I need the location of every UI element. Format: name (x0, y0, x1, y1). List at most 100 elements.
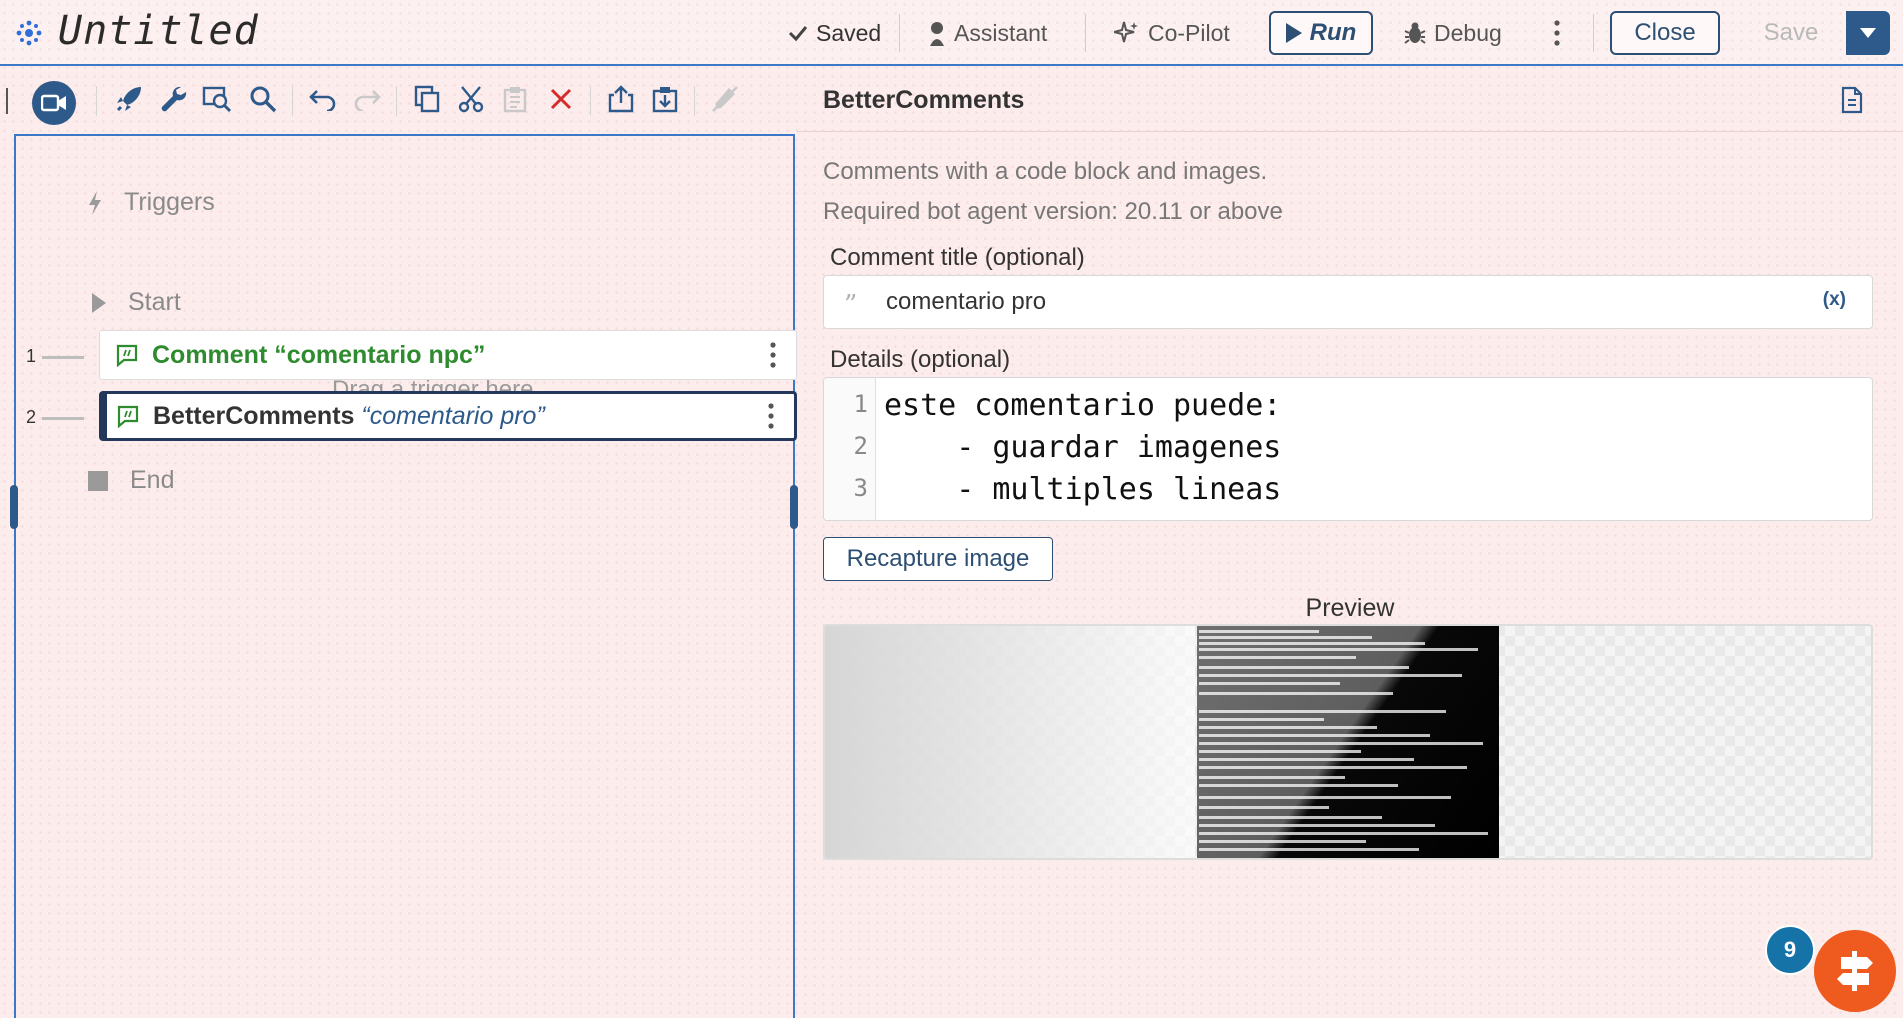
save-dropdown-button[interactable] (1846, 11, 1890, 55)
comment-title-label: Comment title (optional) (830, 244, 1085, 271)
toolbar-divider (590, 86, 591, 116)
step-bettercomments[interactable]: BetterComments “comentario pro” (99, 391, 797, 441)
code-line: - multiples lineas (884, 472, 1282, 507)
terminal-text-line (1199, 636, 1372, 639)
captured-screenshot-image (1197, 626, 1499, 858)
record-button[interactable] (32, 81, 76, 125)
end-label: End (130, 466, 175, 494)
cut-icon[interactable] (454, 82, 488, 116)
comment-title-input[interactable]: ” comentario pro (x) (823, 275, 1873, 329)
end-node: End (88, 466, 174, 495)
terminal-text-line (1199, 796, 1451, 799)
assistant-button[interactable]: Assistant (928, 18, 1047, 48)
properties-panel: BetterComments Comments with a code bloc… (797, 68, 1903, 1018)
app-logo-icon (16, 20, 42, 46)
connector-line (42, 417, 84, 420)
step-name: BetterComments (153, 401, 355, 430)
delete-icon[interactable] (544, 82, 578, 116)
terminal-text-line (1199, 806, 1329, 809)
caret-down-icon (1860, 28, 1876, 38)
copilot-button[interactable]: Co-Pilot (1114, 18, 1230, 48)
recapture-image-button[interactable]: Recapture image (823, 537, 1053, 581)
header-divider (1085, 14, 1086, 52)
step-comment[interactable]: Comment “comentario npc” (99, 330, 797, 380)
terminal-text-line (1199, 832, 1488, 835)
documentation-icon[interactable] (1841, 86, 1863, 114)
step-number: 2 (26, 407, 37, 427)
import-icon[interactable] (648, 82, 682, 116)
wrench-icon[interactable] (156, 82, 190, 116)
toolbar-divider (694, 86, 695, 116)
play-icon (1285, 23, 1302, 43)
header-divider (899, 14, 900, 52)
terminal-text-line (1199, 656, 1356, 659)
terminal-text-line (1199, 710, 1446, 713)
flow-toolbar (0, 68, 795, 134)
copy-icon[interactable] (410, 82, 444, 116)
code-line: - guardar imagenes (884, 430, 1282, 465)
more-options-icon[interactable] (1554, 20, 1560, 51)
rocket-icon[interactable] (112, 82, 146, 116)
insert-variable-button[interactable]: (x) (1823, 289, 1846, 311)
connector-line (42, 356, 84, 359)
toolbar-divider (396, 86, 397, 116)
search-icon[interactable] (246, 82, 280, 116)
terminal-text-line (1199, 692, 1393, 695)
export-icon[interactable] (604, 82, 638, 116)
preview-background (825, 626, 1195, 858)
header-divider (1593, 14, 1594, 52)
line-number: 1 (853, 390, 868, 418)
details-code-editor[interactable]: 1 este comentario puede: 2 - guardar ima… (823, 377, 1873, 521)
terminal-text-line (1199, 648, 1478, 651)
step-name: Comment (152, 340, 268, 369)
video-camera-icon (41, 94, 66, 112)
close-button[interactable]: Close (1610, 11, 1720, 55)
save-button[interactable]: Save (1736, 11, 1846, 55)
left-resize-handle[interactable] (10, 485, 18, 529)
action-description: Comments with a code block and images. (823, 158, 1268, 185)
assistant-label: Assistant (954, 19, 1048, 46)
assistant-icon (930, 22, 944, 46)
terminal-text-line (1199, 630, 1319, 633)
run-button[interactable]: Run (1269, 11, 1373, 55)
terminal-text-line (1199, 776, 1345, 779)
help-button[interactable] (1814, 930, 1896, 1012)
terminal-text-line (1199, 734, 1430, 737)
step-label: BetterComments “comentario pro” (153, 402, 545, 431)
terminal-text-line (1199, 750, 1361, 753)
code-line: este comentario puede: (884, 388, 1282, 423)
bug-icon (1404, 22, 1426, 44)
terminal-text-line (1199, 642, 1425, 645)
step-menu-icon[interactable] (768, 403, 774, 429)
notification-badge: 9 (1765, 925, 1815, 975)
play-icon (92, 292, 106, 313)
lightning-icon (89, 190, 101, 215)
terminal-text-line (1199, 718, 1324, 721)
start-label: Start (128, 288, 181, 316)
comment-icon (114, 342, 140, 368)
sparkle-icon (1114, 21, 1138, 43)
version-note: Required bot agent version: 20.11 or abo… (823, 198, 1283, 225)
comment-icon (115, 403, 141, 429)
terminal-text-line (1199, 682, 1340, 685)
top-bar: Untitled Saved Assistant Co-Pilot Run De… (0, 0, 1903, 66)
undo-icon[interactable] (306, 82, 340, 116)
line-number: 2 (853, 432, 868, 460)
step-detail: “comentario pro” (361, 401, 545, 430)
terminal-text-line (1199, 816, 1382, 819)
flow-canvas: Triggers Drag a trigger here... Start 1 … (14, 134, 797, 1018)
copilot-label: Co-Pilot (1148, 19, 1230, 46)
triggers-section: Triggers (88, 188, 215, 217)
start-node: Start (92, 288, 181, 317)
step-menu-icon[interactable] (770, 342, 776, 368)
line-number: 3 (853, 474, 868, 502)
preview-label: Preview (1305, 594, 1395, 622)
saved-label: Saved (816, 19, 882, 46)
properties-header: BetterComments (797, 68, 1903, 132)
comment-title-value: comentario pro (886, 288, 1047, 315)
saved-status: Saved (788, 18, 881, 48)
page-title[interactable]: Untitled (58, 8, 259, 54)
debug-button[interactable]: Debug (1404, 18, 1502, 48)
find-in-page-icon[interactable] (200, 82, 234, 116)
terminal-text-line (1199, 726, 1377, 729)
